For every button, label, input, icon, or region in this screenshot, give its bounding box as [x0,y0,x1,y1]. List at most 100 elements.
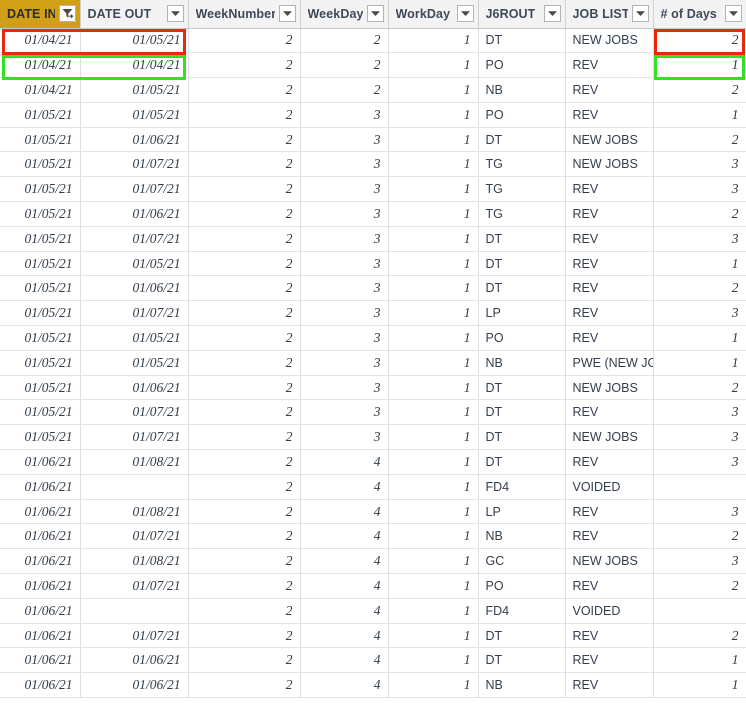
cell-date_out[interactable]: 01/06/21 [80,647,189,674]
table-row[interactable]: 01/05/21 01/07/21 2 3 1 DT REV 3 [0,399,746,426]
cell-date_in[interactable]: 01/06/21 [0,573,81,599]
cell-weeknumber[interactable]: 2 [188,226,301,252]
table-row[interactable]: 01/05/21 01/07/21 2 3 1 DT REV 3 [0,226,746,252]
cell-job_list[interactable]: REV [565,251,654,277]
cell-job_list[interactable]: REV [565,573,654,599]
cell-date_in[interactable]: 01/05/21 [0,176,81,203]
cell-days[interactable]: 2 [653,573,746,599]
cell-j6rout[interactable]: DT [478,449,566,475]
cell-date_out[interactable]: 01/07/21 [80,151,189,178]
cell-weeknumber[interactable]: 2 [188,523,301,550]
cell-date_out[interactable]: 01/07/21 [80,523,189,550]
cell-workday[interactable]: 1 [388,52,479,79]
cell-workday[interactable]: 1 [388,647,479,674]
cell-days[interactable]: 2 [653,28,746,54]
cell-j6rout[interactable]: NB [478,77,566,103]
cell-days[interactable] [653,598,746,624]
table-row[interactable]: 01/05/21 01/07/21 2 3 1 LP REV 3 [0,300,746,327]
cell-date_out[interactable]: 01/05/21 [80,251,189,277]
cell-j6rout[interactable]: DT [478,375,566,401]
cell-days[interactable]: 1 [653,52,746,79]
cell-weeknumber[interactable]: 2 [188,275,301,302]
cell-job_list[interactable]: NEW JOBS [565,127,654,153]
cell-date_in[interactable]: 01/04/21 [0,77,81,103]
cell-date_out[interactable]: 01/06/21 [80,672,189,699]
cell-weeknumber[interactable]: 2 [188,647,301,674]
cell-weeknumber[interactable]: 2 [188,102,301,128]
cell-weekday[interactable]: 3 [300,127,389,153]
cell-job_list[interactable]: REV [565,523,654,550]
cell-job_list[interactable]: NEW JOBS [565,28,654,54]
cell-weekday[interactable]: 3 [300,251,389,277]
cell-weeknumber[interactable]: 2 [188,300,301,327]
cell-workday[interactable]: 1 [388,151,479,178]
table-row[interactable]: 01/05/21 01/05/21 2 3 1 PO REV 1 [0,102,746,128]
cell-workday[interactable]: 1 [388,226,479,252]
cell-j6rout[interactable]: FD4 [478,598,566,624]
cell-workday[interactable]: 1 [388,672,479,699]
cell-date_in[interactable]: 01/06/21 [0,672,81,699]
table-row[interactable]: 01/06/21 01/08/21 2 4 1 GC NEW JOBS 3 [0,548,746,575]
cell-j6rout[interactable]: DT [478,623,566,649]
cell-workday[interactable]: 1 [388,325,479,351]
cell-days[interactable]: 3 [653,449,746,475]
cell-date_out[interactable]: 01/05/21 [80,325,189,351]
cell-job_list[interactable]: VOIDED [565,474,654,500]
cell-job_list[interactable]: REV [565,300,654,327]
cell-j6rout[interactable]: DT [478,28,566,54]
cell-weekday[interactable]: 3 [300,399,389,426]
table-row[interactable]: 01/06/21 01/06/21 2 4 1 NB REV 1 [0,672,746,699]
cell-date_out[interactable]: 01/05/21 [80,102,189,128]
cell-job_list[interactable]: NEW JOBS [565,151,654,178]
table-row[interactable]: 01/05/21 01/06/21 2 3 1 DT NEW JOBS 2 [0,127,746,153]
cell-date_in[interactable]: 01/06/21 [0,449,81,475]
cell-date_in[interactable]: 01/05/21 [0,325,81,351]
cell-date_in[interactable]: 01/06/21 [0,647,81,674]
cell-weekday[interactable]: 3 [300,176,389,203]
cell-date_out[interactable]: 01/05/21 [80,28,189,54]
cell-weekday[interactable]: 4 [300,598,389,624]
cell-weekday[interactable]: 4 [300,573,389,599]
cell-days[interactable]: 3 [653,548,746,575]
cell-date_out[interactable]: 01/05/21 [80,350,189,376]
cell-workday[interactable]: 1 [388,176,479,203]
cell-workday[interactable]: 1 [388,499,479,525]
cell-date_in[interactable]: 01/05/21 [0,275,81,302]
cell-job_list[interactable]: REV [565,77,654,103]
cell-weekday[interactable]: 3 [300,151,389,178]
cell-j6rout[interactable]: DT [478,251,566,277]
cell-weeknumber[interactable]: 2 [188,251,301,277]
cell-date_in[interactable]: 01/06/21 [0,548,81,575]
cell-j6rout[interactable]: NB [478,523,566,550]
cell-j6rout[interactable]: PO [478,102,566,128]
cell-date_out[interactable]: 01/07/21 [80,623,189,649]
cell-days[interactable]: 1 [653,102,746,128]
cell-date_out[interactable]: 01/07/21 [80,176,189,203]
cell-date_out[interactable]: 01/08/21 [80,499,189,525]
cell-weekday[interactable]: 3 [300,424,389,451]
cell-workday[interactable]: 1 [388,623,479,649]
cell-job_list[interactable]: REV [565,275,654,302]
cell-j6rout[interactable]: LP [478,300,566,327]
cell-weekday[interactable]: 3 [300,300,389,327]
cell-job_list[interactable]: NEW JOBS [565,424,654,451]
cell-days[interactable]: 1 [653,647,746,674]
cell-date_out[interactable]: 01/07/21 [80,300,189,327]
table-row[interactable]: 01/06/21 01/06/21 2 4 1 DT REV 1 [0,647,746,674]
cell-weekday[interactable]: 4 [300,672,389,699]
table-row[interactable]: 01/06/21 01/07/21 2 4 1 NB REV 2 [0,523,746,550]
cell-job_list[interactable]: REV [565,226,654,252]
table-row[interactable]: 01/05/21 01/06/21 2 3 1 DT REV 2 [0,275,746,302]
cell-days[interactable]: 3 [653,226,746,252]
table-row[interactable]: 01/06/21 01/08/21 2 4 1 LP REV 3 [0,499,746,525]
cell-weekday[interactable]: 2 [300,52,389,79]
cell-date_in[interactable]: 01/05/21 [0,201,81,227]
cell-workday[interactable]: 1 [388,350,479,376]
cell-j6rout[interactable]: DT [478,226,566,252]
cell-date_out[interactable]: 01/06/21 [80,375,189,401]
filter-funnel-icon[interactable] [58,5,76,23]
cell-weekday[interactable]: 4 [300,449,389,475]
cell-days[interactable]: 3 [653,424,746,451]
cell-date_out[interactable]: 01/07/21 [80,424,189,451]
cell-job_list[interactable]: REV [565,623,654,649]
